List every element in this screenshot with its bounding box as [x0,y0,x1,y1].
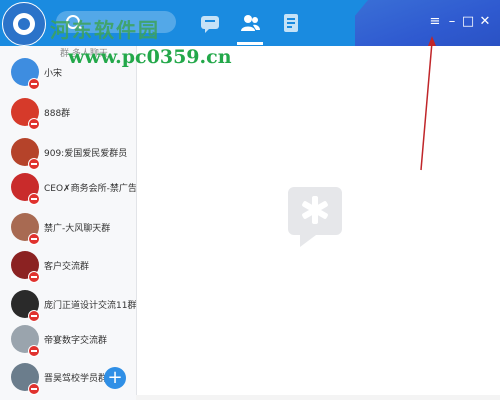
watermark-url: www.pc0359.cn [68,46,232,68]
app-window: ≡ – □ ✕ 群 多人聊天 小宋 888群 909:爱国爱民爱群员 CEO✗商务会所… [0,0,500,400]
watermark-title: 河东软件园 [50,18,160,42]
